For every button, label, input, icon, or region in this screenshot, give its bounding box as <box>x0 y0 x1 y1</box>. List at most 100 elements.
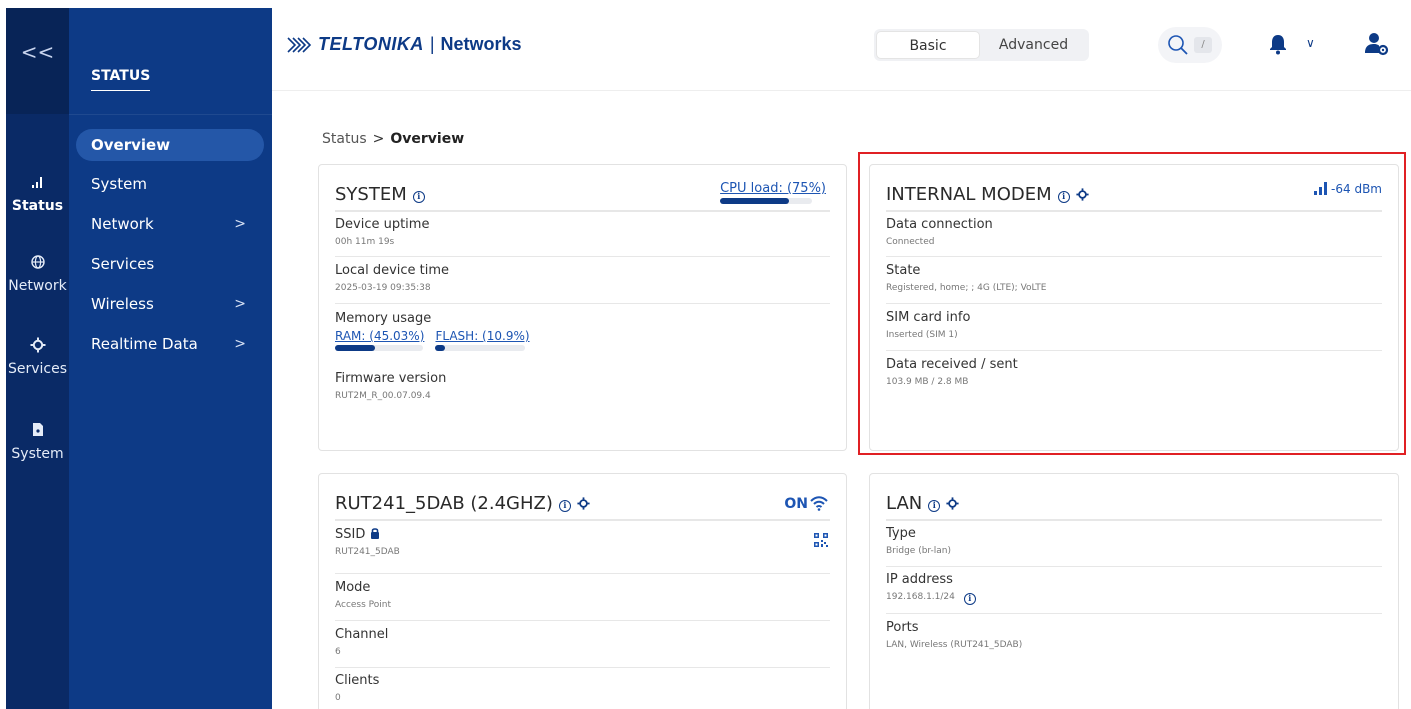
row-label: IP address <box>886 572 953 587</box>
brand-logo[interactable]: TELTONIKA | Networks <box>286 34 522 55</box>
brand-separator: | <box>429 34 435 54</box>
row-firmware-version: Firmware version RUT2M_R_00.07.09.4 <box>335 371 830 401</box>
gear-icon[interactable] <box>1076 188 1089 201</box>
divider <box>886 350 1382 351</box>
info-icon[interactable]: i <box>963 593 976 605</box>
rail-item-status[interactable]: Status <box>6 174 69 214</box>
rail-item-system[interactable]: System <box>6 422 69 462</box>
notifications-button[interactable] <box>1268 33 1288 59</box>
divider <box>69 114 272 115</box>
divider <box>886 519 1382 521</box>
gear-icon[interactable] <box>577 497 590 510</box>
rail-item-services[interactable]: Services <box>6 337 69 377</box>
breadcrumb-parent[interactable]: Status <box>322 131 367 147</box>
wifi-icon <box>810 496 828 511</box>
row-local-time: Local device time 2025-03-19 09:35:38 <box>335 263 830 293</box>
signal-value: -64 dBm <box>1331 182 1382 196</box>
row-data-received-sent: Data received / sent 103.9 MB / 2.8 MB <box>886 357 1382 387</box>
flash-usage-indicator[interactable]: FLASH: (10.9%) <box>435 329 530 351</box>
divider <box>272 90 1411 91</box>
sidebar-item-services[interactable]: Services <box>76 248 264 280</box>
ram-usage-indicator[interactable]: RAM: (45.03%) <box>335 329 424 351</box>
teltonika-logo-icon <box>287 37 312 53</box>
row-type: Type Bridge (br-lan) <box>886 526 1382 556</box>
divider <box>886 210 1382 212</box>
rail-item-label: Network <box>8 278 67 294</box>
row-value: Bridge (br-lan) <box>886 546 952 556</box>
chevron-right-icon: > <box>234 296 246 312</box>
row-state: State Registered, home; ; 4G (LTE); VoLT… <box>886 263 1382 293</box>
info-icon[interactable]: i <box>928 500 941 512</box>
signal-bars-icon <box>1314 182 1328 195</box>
sidebar-item-overview[interactable]: Overview <box>76 129 264 161</box>
row-value: Inserted (SIM 1) <box>886 330 958 340</box>
sidebar-title: STATUS <box>91 68 151 91</box>
row-label: Data received / sent <box>886 357 1018 372</box>
row-label: Device uptime <box>335 217 430 232</box>
sidebar-item-wireless[interactable]: Wireless > <box>76 288 264 320</box>
bell-icon <box>1270 35 1286 55</box>
internal-modem-card: INTERNAL MODEM i -64 dBm Data connection … <box>869 164 1399 451</box>
divider <box>335 519 830 521</box>
mode-toggle: Basic Advanced <box>874 29 1089 61</box>
row-value: 0 <box>335 693 341 703</box>
row-label: Local device time <box>335 263 450 278</box>
card-title-text: RUT241_5DAB (2.4GHZ) <box>335 493 553 514</box>
row-value: 00h 11m 19s <box>335 237 395 247</box>
breadcrumb-separator: > <box>372 131 385 147</box>
sidebar-item-label: Realtime Data <box>91 335 198 353</box>
user-gear-icon <box>1365 33 1389 56</box>
ram-usage-bar <box>335 345 423 351</box>
card-title-text: SYSTEM <box>335 184 407 205</box>
info-icon[interactable]: i <box>558 500 571 512</box>
row-value: Access Point <box>335 600 392 610</box>
divider <box>886 613 1382 614</box>
sidebar-item-system[interactable]: System <box>76 168 264 200</box>
app-window: << Status Network Services System STATUS… <box>0 0 1411 709</box>
advanced-mode-button[interactable]: Advanced <box>980 31 1087 59</box>
info-icon[interactable]: i <box>1057 191 1070 203</box>
chevron-right-icon: > <box>234 336 246 352</box>
row-label: Firmware version <box>335 371 447 386</box>
ip-address-value: 192.168.1.1/24 <box>886 592 955 602</box>
row-label: SIM card info <box>886 310 971 325</box>
divider <box>886 256 1382 257</box>
row-channel: Channel 6 <box>335 627 830 657</box>
ram-usage-fill <box>335 345 375 351</box>
ssid-label: SSID <box>335 527 366 542</box>
row-label: Memory usage <box>335 311 432 326</box>
search-shortcut-key: / <box>1194 37 1212 53</box>
info-icon[interactable]: i <box>412 191 425 203</box>
basic-mode-button[interactable]: Basic <box>876 31 980 59</box>
sidebar-item-network[interactable]: Network > <box>76 208 264 240</box>
flash-usage-fill <box>435 345 446 351</box>
row-label: State <box>886 263 921 278</box>
row-label: Type <box>886 526 916 541</box>
chevron-down-icon[interactable]: ∨ <box>1306 36 1315 50</box>
collapse-sidebar-button[interactable]: << <box>6 8 69 114</box>
sidebar-item-realtime-data[interactable]: Realtime Data > <box>76 328 264 360</box>
gear-icon[interactable] <box>946 497 959 510</box>
rail-item-label: Status <box>11 198 64 214</box>
divider <box>335 667 830 668</box>
wifi-status[interactable]: ON <box>784 496 828 512</box>
gear-icon <box>6 337 69 357</box>
card-title-text: INTERNAL MODEM <box>886 184 1052 205</box>
row-value: 103.9 MB / 2.8 MB <box>886 377 969 387</box>
rail-item-network[interactable]: Network <box>6 254 69 294</box>
brand-name: TELTONIKA <box>318 34 424 54</box>
row-label: Clients <box>335 673 380 688</box>
row-value: Connected <box>886 237 935 247</box>
lan-card: LAN i Type Bridge (br-lan) IP address 192… <box>869 473 1399 709</box>
cpu-load-indicator[interactable]: CPU load: (75%) <box>720 181 826 204</box>
search-button[interactable]: / <box>1158 27 1222 63</box>
row-ssid: SSID RUT241_5DAB <box>335 527 830 557</box>
signal-icon <box>6 174 69 194</box>
user-settings-button[interactable] <box>1364 31 1390 61</box>
card-title: RUT241_5DAB (2.4GHZ) i <box>335 492 590 514</box>
divider <box>886 303 1382 304</box>
flash-usage-bar <box>435 345 526 351</box>
lock-icon <box>370 528 379 539</box>
divider <box>335 620 830 621</box>
row-label: Ports <box>886 620 919 635</box>
